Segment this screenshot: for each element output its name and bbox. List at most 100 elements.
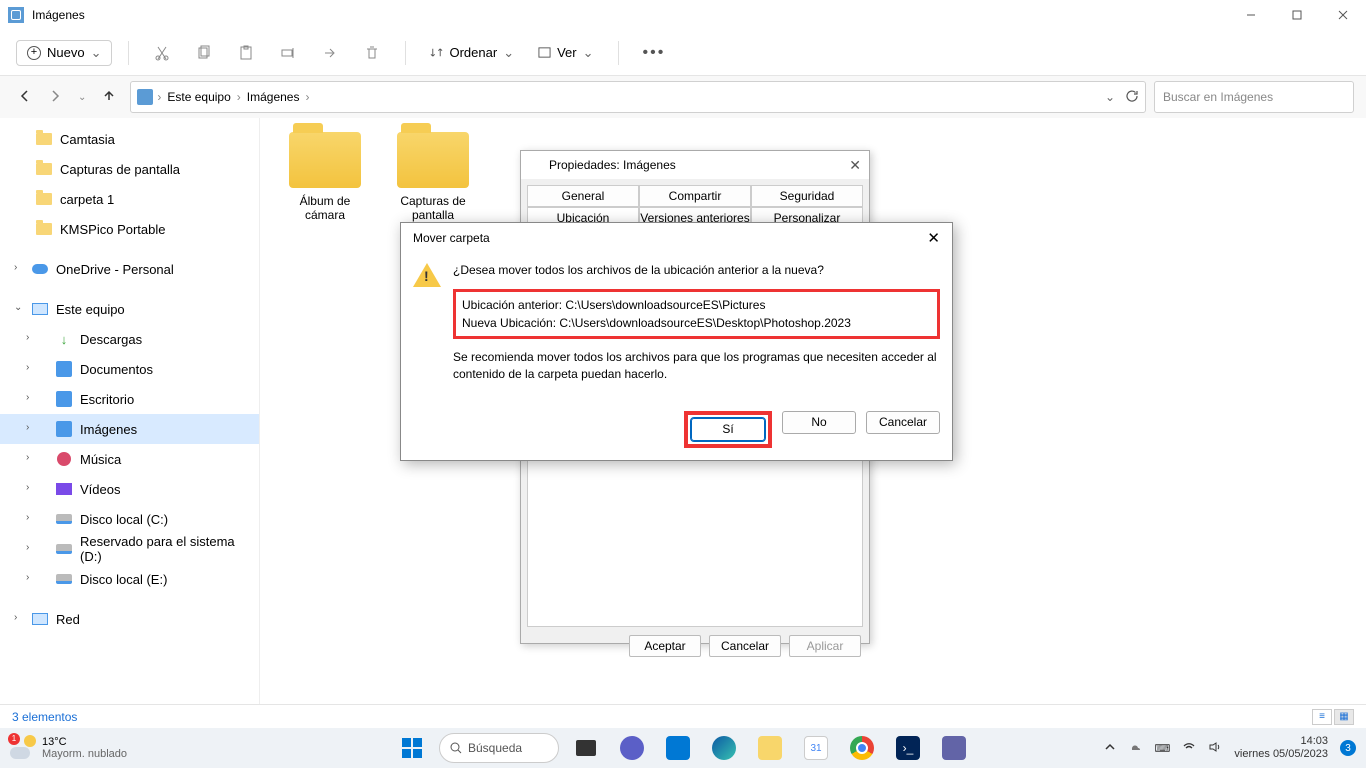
expand-icon[interactable]: › bbox=[26, 542, 29, 553]
cancel-button[interactable]: Cancelar bbox=[709, 635, 781, 657]
cut-icon[interactable] bbox=[145, 38, 179, 68]
taskbar-app[interactable] bbox=[659, 732, 697, 764]
task-view-button[interactable] bbox=[567, 732, 605, 764]
move-dialog-title: Mover carpeta bbox=[413, 231, 490, 245]
chevron-down-icon[interactable]: ⌄ bbox=[78, 92, 86, 103]
sidebar-item-this-pc[interactable]: Este equipo bbox=[0, 294, 259, 324]
separator bbox=[618, 41, 619, 65]
details-view-button[interactable]: ≡ bbox=[1312, 709, 1332, 725]
folder-item[interactable]: Álbum de cámara bbox=[280, 132, 370, 222]
sidebar-item-images[interactable]: Imágenes bbox=[0, 414, 259, 444]
tray-overflow-icon[interactable] bbox=[1103, 740, 1117, 757]
view-dropdown[interactable]: Ver ⌄ bbox=[530, 41, 601, 65]
forward-button[interactable] bbox=[48, 89, 62, 106]
weather-widget[interactable]: 1 13°C Mayorm. nublado bbox=[10, 735, 127, 761]
up-button[interactable] bbox=[102, 89, 116, 106]
paste-icon[interactable] bbox=[229, 38, 263, 68]
volume-icon[interactable] bbox=[1208, 740, 1222, 757]
sidebar-item-network[interactable]: Red bbox=[0, 604, 259, 634]
breadcrumb-current[interactable]: Imágenes bbox=[245, 90, 302, 104]
properties-title: Propiedades: Imágenes bbox=[549, 158, 676, 172]
sidebar: Camtasia Capturas de pantalla carpeta 1 … bbox=[0, 118, 260, 704]
sidebar-item-downloads[interactable]: ↓Descargas bbox=[0, 324, 259, 354]
expand-icon[interactable]: › bbox=[26, 512, 29, 523]
expand-icon[interactable]: › bbox=[26, 332, 29, 343]
cancel-button[interactable]: Cancelar bbox=[866, 411, 940, 434]
close-icon[interactable]: ✕ bbox=[927, 229, 940, 247]
expand-icon[interactable]: › bbox=[26, 362, 29, 373]
delete-icon[interactable] bbox=[355, 38, 389, 68]
sidebar-item-disk-e[interactable]: Disco local (E:) bbox=[0, 564, 259, 594]
move-folder-dialog: Mover carpeta ✕ ¿Desea mover todos los a… bbox=[400, 222, 953, 461]
rename-icon[interactable] bbox=[271, 38, 305, 68]
expand-icon[interactable]: › bbox=[26, 482, 29, 493]
taskbar-app-edge[interactable] bbox=[705, 732, 743, 764]
app-icon bbox=[529, 158, 543, 172]
address-bar[interactable]: › Este equipo › Imágenes › ⌄ bbox=[130, 81, 1146, 113]
copy-icon[interactable] bbox=[187, 38, 221, 68]
no-button[interactable]: No bbox=[782, 411, 856, 434]
expand-icon[interactable]: › bbox=[14, 612, 17, 623]
share-icon[interactable] bbox=[313, 38, 347, 68]
apply-button[interactable]: Aplicar bbox=[789, 635, 861, 657]
tiles-view-button[interactable]: ▦ bbox=[1334, 709, 1354, 725]
folder-item[interactable]: Capturas de pantalla bbox=[388, 132, 478, 222]
time: 14:03 bbox=[1234, 735, 1328, 748]
sidebar-item-folder[interactable]: Capturas de pantalla bbox=[0, 154, 259, 184]
wifi-icon[interactable] bbox=[1182, 740, 1196, 757]
chevron-down-icon[interactable]: ⌄ bbox=[1105, 90, 1115, 104]
more-button[interactable]: ••• bbox=[635, 44, 674, 62]
folder-label: Álbum de cámara bbox=[280, 194, 370, 222]
sidebar-item-videos[interactable]: Vídeos bbox=[0, 474, 259, 504]
taskbar-search[interactable]: Búsqueda bbox=[439, 733, 559, 763]
start-button[interactable] bbox=[393, 732, 431, 764]
expand-icon[interactable]: › bbox=[26, 422, 29, 433]
sidebar-label: Capturas de pantalla bbox=[60, 162, 180, 177]
folder-type-icon bbox=[137, 89, 153, 105]
yes-button[interactable]: Sí bbox=[691, 418, 765, 441]
tab-share[interactable]: Compartir bbox=[639, 185, 751, 207]
taskbar-app-calendar[interactable]: 31 bbox=[797, 732, 835, 764]
onedrive-tray-icon[interactable] bbox=[1129, 740, 1143, 757]
language-icon[interactable]: ⌨ bbox=[1155, 742, 1171, 755]
breadcrumb-root[interactable]: Este equipo bbox=[165, 90, 232, 104]
sidebar-item-disk-c[interactable]: Disco local (C:) bbox=[0, 504, 259, 534]
taskbar-app[interactable] bbox=[935, 732, 973, 764]
expand-icon[interactable]: › bbox=[14, 262, 17, 273]
tab-general[interactable]: General bbox=[527, 185, 639, 207]
new-button[interactable]: + Nuevo ⌄ bbox=[16, 40, 112, 66]
taskbar-app-explorer[interactable] bbox=[751, 732, 789, 764]
app-icon bbox=[8, 7, 24, 23]
sidebar-item-documents[interactable]: Documentos bbox=[0, 354, 259, 384]
taskbar-app[interactable] bbox=[613, 732, 651, 764]
maximize-button[interactable] bbox=[1274, 0, 1320, 30]
sidebar-item-folder[interactable]: carpeta 1 bbox=[0, 184, 259, 214]
tab-security[interactable]: Seguridad bbox=[751, 185, 863, 207]
expand-icon[interactable]: › bbox=[26, 572, 29, 583]
expand-icon[interactable]: › bbox=[26, 452, 29, 463]
search-input[interactable]: Buscar en Imágenes bbox=[1154, 81, 1354, 113]
chevron-down-icon: ⌄ bbox=[583, 45, 594, 61]
close-button[interactable] bbox=[1320, 0, 1366, 30]
yes-highlight: Sí bbox=[684, 411, 772, 448]
expand-icon[interactable]: › bbox=[26, 392, 29, 403]
ok-button[interactable]: Aceptar bbox=[629, 635, 701, 657]
sidebar-label: Imágenes bbox=[80, 422, 137, 437]
sidebar-item-desktop[interactable]: Escritorio bbox=[0, 384, 259, 414]
clock[interactable]: 14:03 viernes 05/05/2023 bbox=[1234, 735, 1328, 761]
minimize-button[interactable] bbox=[1228, 0, 1274, 30]
notification-count[interactable]: 3 bbox=[1340, 740, 1356, 756]
sidebar-item-music[interactable]: Música bbox=[0, 444, 259, 474]
sort-dropdown[interactable]: Ordenar ⌄ bbox=[422, 41, 522, 65]
sidebar-item-folder[interactable]: Camtasia bbox=[0, 124, 259, 154]
taskbar-app-terminal[interactable]: ›_ bbox=[889, 732, 927, 764]
sidebar-item-disk-d[interactable]: Reservado para el sistema (D:) bbox=[0, 534, 259, 564]
refresh-icon[interactable] bbox=[1125, 89, 1139, 106]
taskbar-app-chrome[interactable] bbox=[843, 732, 881, 764]
sidebar-item-folder[interactable]: KMSPico Portable bbox=[0, 214, 259, 244]
sidebar-item-onedrive[interactable]: OneDrive - Personal bbox=[0, 254, 259, 284]
new-location: Nueva Ubicación: C:\Users\downloadsource… bbox=[462, 314, 931, 332]
collapse-icon[interactable]: ⌄ bbox=[14, 302, 22, 313]
back-button[interactable] bbox=[18, 89, 32, 106]
close-icon[interactable]: ✕ bbox=[849, 157, 861, 174]
